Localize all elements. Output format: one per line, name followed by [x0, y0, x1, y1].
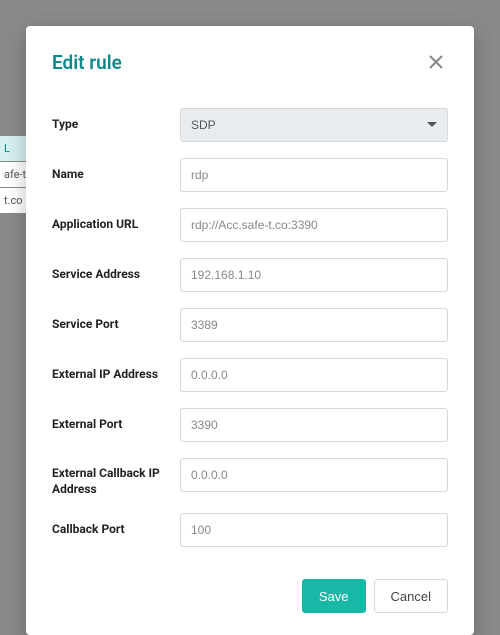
external-ip-input[interactable]	[180, 358, 448, 392]
field-row-name: Name	[52, 158, 448, 192]
cancel-button[interactable]: Cancel	[374, 579, 448, 613]
close-button[interactable]	[424, 50, 448, 74]
close-icon	[428, 54, 444, 70]
modal-footer: Save Cancel	[52, 579, 448, 613]
type-select[interactable]: SDP	[180, 108, 448, 142]
edit-rule-modal: Edit rule Type SDP Name Application URL	[26, 26, 474, 635]
type-label: Type	[52, 117, 180, 133]
service-port-label: Service Port	[52, 317, 180, 333]
field-row-external-ip: External IP Address	[52, 358, 448, 392]
callback-port-label: Callback Port	[52, 522, 180, 538]
field-row-external-callback-ip: External Callback IP Address	[52, 458, 448, 497]
external-port-input[interactable]	[180, 408, 448, 442]
field-row-external-port: External Port	[52, 408, 448, 442]
form-body: Type SDP Name Application URL Service Ad…	[52, 108, 448, 547]
field-row-type: Type SDP	[52, 108, 448, 142]
external-callback-ip-label: External Callback IP Address	[52, 458, 180, 497]
field-row-application-url: Application URL	[52, 208, 448, 242]
field-row-service-port: Service Port	[52, 308, 448, 342]
name-label: Name	[52, 167, 180, 183]
service-address-input[interactable]	[180, 258, 448, 292]
application-url-label: Application URL	[52, 217, 180, 233]
modal-header: Edit rule	[52, 50, 448, 74]
external-callback-ip-input[interactable]	[180, 458, 448, 492]
name-input[interactable]	[180, 158, 448, 192]
save-button[interactable]: Save	[302, 579, 366, 613]
service-address-label: Service Address	[52, 267, 180, 283]
service-port-input[interactable]	[180, 308, 448, 342]
callback-port-input[interactable]	[180, 513, 448, 547]
external-ip-label: External IP Address	[52, 367, 180, 383]
field-row-callback-port: Callback Port	[52, 513, 448, 547]
modal-title: Edit rule	[52, 51, 122, 74]
field-row-service-address: Service Address	[52, 258, 448, 292]
application-url-input[interactable]	[180, 208, 448, 242]
external-port-label: External Port	[52, 417, 180, 433]
